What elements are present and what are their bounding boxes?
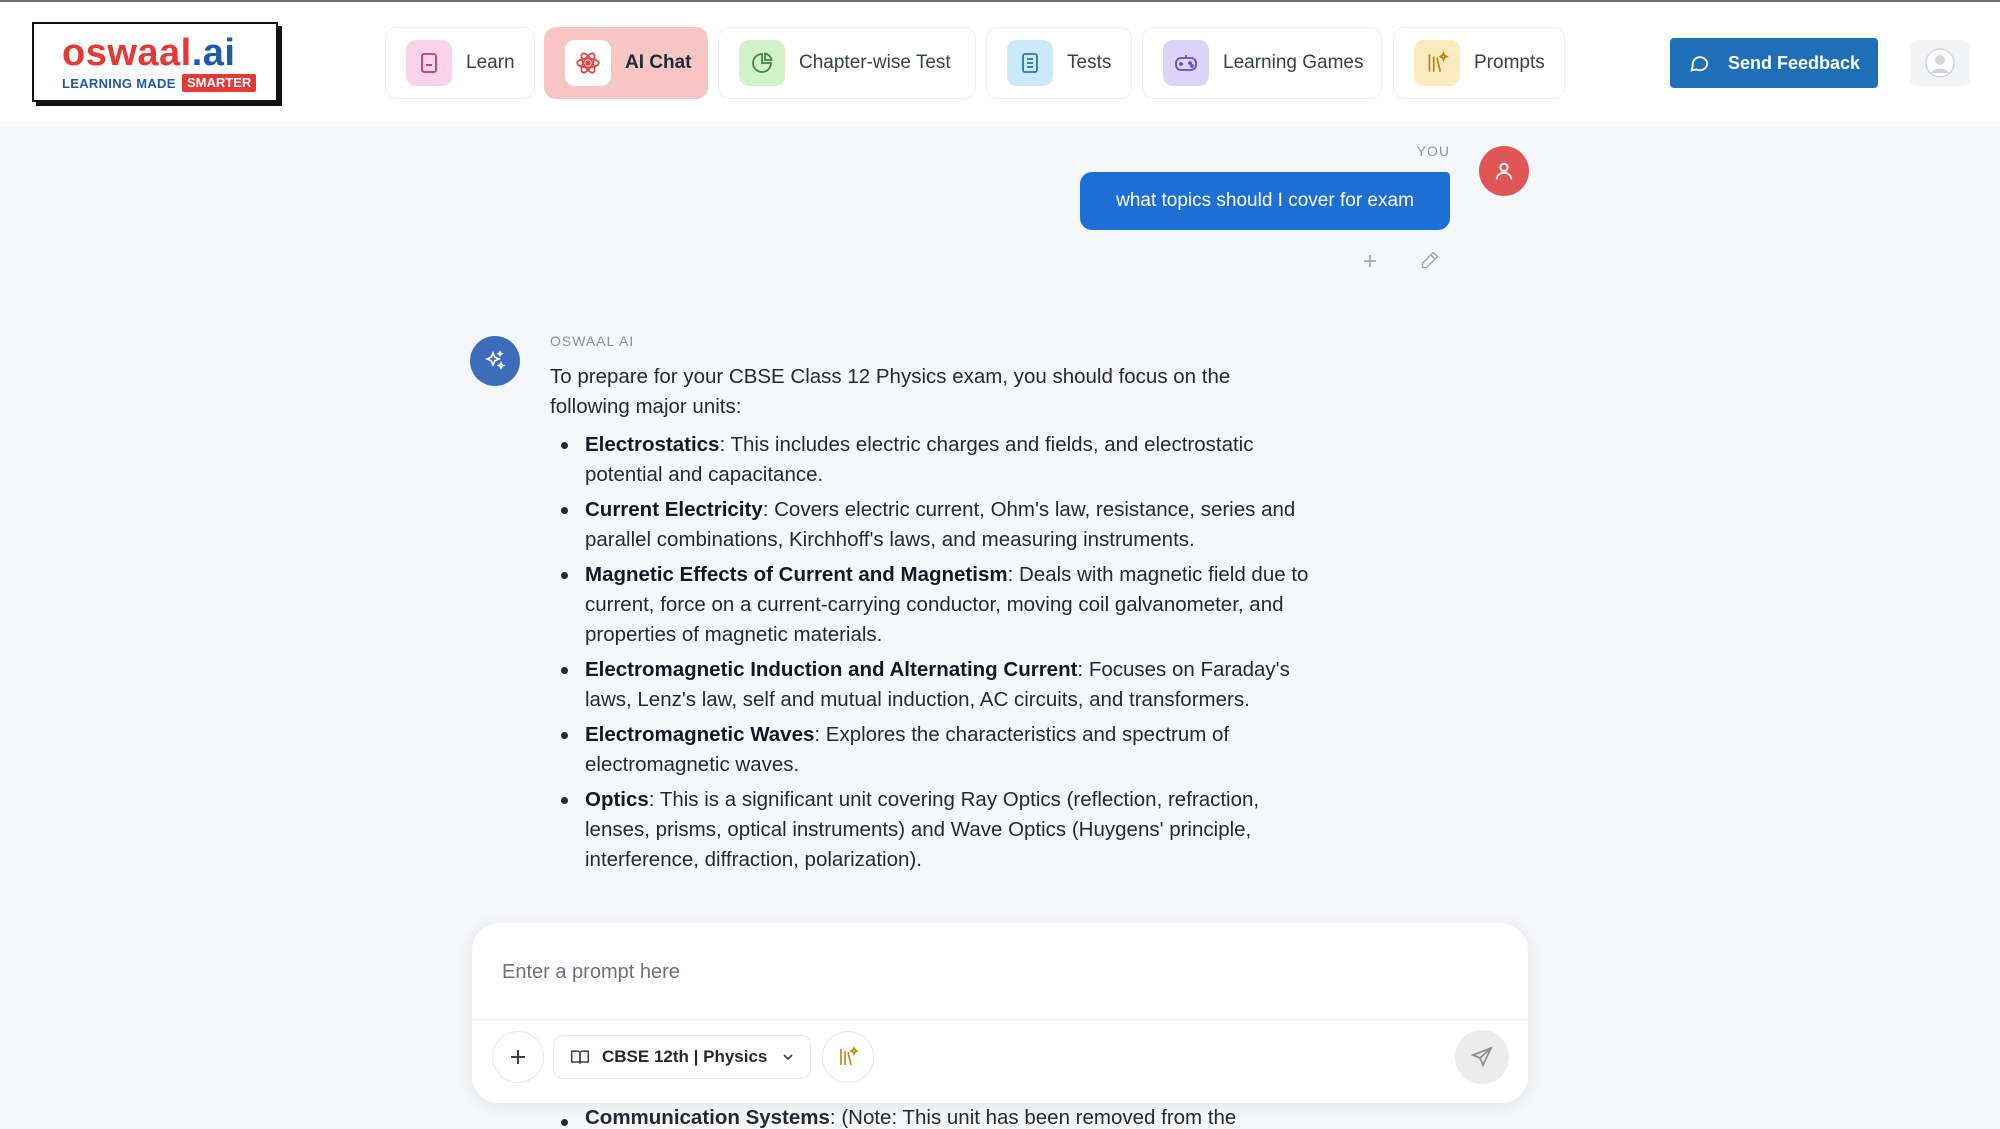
logo-brand-suffix: .ai	[191, 32, 236, 74]
nav-chapter-wise-test[interactable]: Chapter-wise Test	[718, 27, 976, 99]
nav-prompts-label: Prompts	[1474, 52, 1545, 73]
attach-button[interactable]	[492, 1031, 544, 1083]
subject-selector-value: CBSE 12th | Physics	[602, 1047, 768, 1066]
list-item: Optics: This is a significant unit cover…	[550, 785, 1310, 875]
ai-message-intro: To prepare for your CBSE Class 12 Physic…	[550, 365, 1231, 418]
top-navigation-bar: oswaal.ai LEARNING MADE SMARTER Learn AI…	[0, 0, 2000, 122]
topic-title: Current Electricity	[585, 498, 763, 521]
plus-icon	[511, 1050, 525, 1064]
atom-icon	[565, 40, 611, 86]
topic-description: : This is a significant unit covering Ra…	[585, 788, 1260, 871]
nav-chapter-wise-test-label: Chapter-wise Test	[799, 52, 951, 73]
sparkle-icon	[484, 350, 506, 370]
oswaal-logo[interactable]: oswaal.ai LEARNING MADE SMARTER	[32, 22, 278, 102]
list-item: Current Electricity: Covers electric cur…	[550, 495, 1310, 555]
library-icon	[1414, 40, 1460, 86]
list-item-peek: Communication Systems: (Note: This unit …	[585, 1106, 1236, 1129]
list-item: Electrostatics: This includes electric c…	[550, 430, 1310, 490]
topic-title: Magnetic Effects of Current and Magnetis…	[585, 563, 1008, 586]
subject-selector[interactable]: CBSE 12th | Physics	[553, 1035, 811, 1079]
user-avatar	[1479, 146, 1529, 196]
prompt-input[interactable]	[502, 955, 1402, 989]
library-icon	[840, 1046, 859, 1066]
ai-avatar	[470, 336, 520, 386]
ai-message-body: To prepare for your CBSE Class 12 Physic…	[550, 362, 1310, 880]
nav-prompts[interactable]: Prompts	[1393, 27, 1565, 99]
user-message-label: YOU	[1416, 143, 1450, 159]
profile-avatar[interactable]	[1910, 40, 1970, 86]
list-item: Electromagnetic Induction and Alternatin…	[550, 655, 1310, 715]
topic-title: Communication Systems	[585, 1106, 830, 1129]
prompt-composer: CBSE 12th | Physics	[471, 922, 1529, 1104]
topic-title: Electromagnetic Induction and Alternatin…	[585, 658, 1078, 681]
topic-title: Electromagnetic Waves	[585, 723, 815, 746]
book-icon	[406, 40, 452, 86]
document-icon	[1007, 40, 1053, 86]
send-feedback-label: Send Feedback	[1727, 52, 1861, 73]
list-item: Electromagnetic Waves: Explores the char…	[550, 720, 1310, 780]
send-feedback-button[interactable]: Send Feedback	[1670, 38, 1878, 88]
nav-ai-chat-label: AI Chat	[625, 52, 692, 73]
logo-brand: oswaal	[62, 32, 192, 74]
nav-learn-label: Learn	[466, 52, 515, 73]
add-icon[interactable]	[1359, 250, 1381, 272]
edit-pencil-icon[interactable]	[1419, 249, 1441, 271]
topic-list: Electrostatics: This includes electric c…	[550, 430, 1310, 875]
ai-message-label: OSWAAL AI	[550, 333, 635, 349]
nav-learning-games-label: Learning Games	[1223, 52, 1364, 73]
user-avatar-icon	[1925, 48, 1955, 78]
topic-title: Optics	[585, 788, 649, 811]
topic-description: : (Note: This unit has been removed from…	[829, 1106, 1237, 1129]
chart-pie-icon	[739, 40, 785, 86]
list-bullet	[561, 1119, 568, 1126]
message-icon	[1690, 56, 1709, 72]
nav-learning-games[interactable]: Learning Games	[1142, 27, 1382, 99]
logo-tagline: LEARNING MADE	[62, 76, 176, 91]
person-icon	[1495, 162, 1513, 180]
list-item: Magnetic Effects of Current and Magnetis…	[550, 560, 1310, 650]
gamepad-icon	[1163, 40, 1209, 86]
user-message-bubble: what topics should I cover for exam	[1080, 172, 1450, 230]
send-button[interactable]	[1455, 1030, 1509, 1084]
open-book-icon	[570, 1050, 590, 1064]
nav-learn[interactable]: Learn	[385, 27, 535, 99]
prompts-library-button[interactable]	[822, 1031, 874, 1083]
nav-tests[interactable]: Tests	[986, 27, 1132, 99]
topic-title: Electrostatics	[585, 433, 720, 456]
logo-tagline-highlight: SMARTER	[182, 74, 257, 92]
nav-ai-chat[interactable]: AI Chat	[544, 27, 708, 99]
composer-divider	[472, 1019, 1528, 1020]
nav-tests-label: Tests	[1067, 52, 1112, 73]
send-icon	[1470, 1046, 1493, 1068]
chevron-down-icon	[783, 1054, 794, 1061]
